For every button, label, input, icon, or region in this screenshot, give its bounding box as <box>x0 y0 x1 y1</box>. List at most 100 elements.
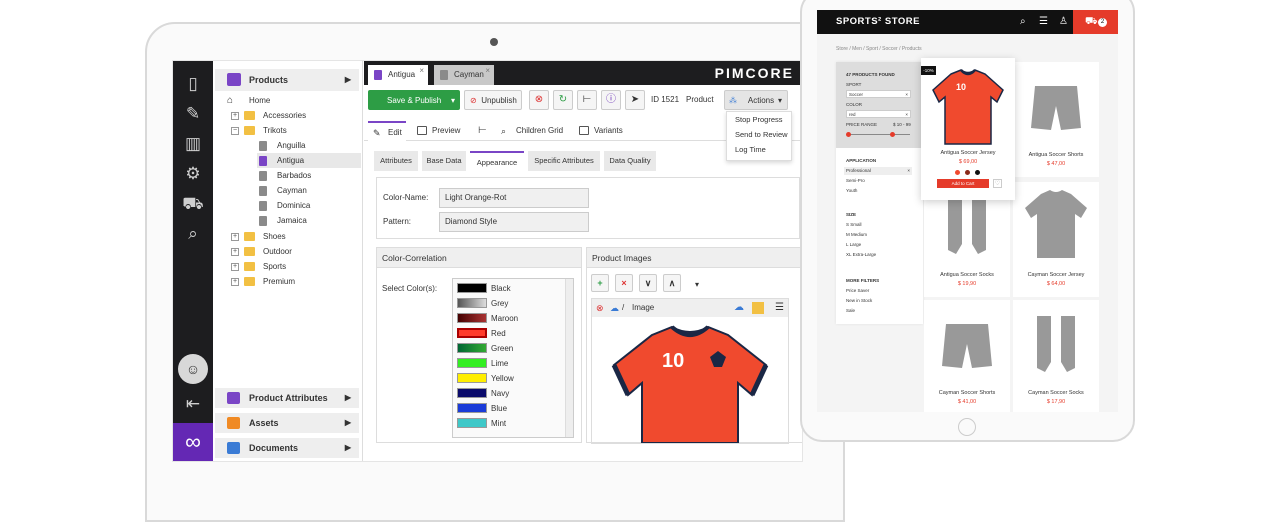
color-option-lime[interactable]: Lime <box>455 356 508 371</box>
heart-icon[interactable]: ♡ <box>993 179 1002 188</box>
scrollbar[interactable] <box>565 279 573 437</box>
upload-icon[interactable]: ☁ <box>610 299 619 317</box>
product-name[interactable]: Cayman Soccer Shorts <box>924 390 1010 396</box>
product-card[interactable]: Cayman Soccer Shorts $ 41,00 <box>924 300 1010 412</box>
color-option-mint[interactable]: Mint <box>455 416 506 431</box>
more-option[interactable]: New in Stock <box>846 298 872 303</box>
tab-base-data[interactable]: Base Data <box>422 151 466 171</box>
color-option-red[interactable]: Red <box>455 326 506 341</box>
chart-icon[interactable]: ▥ <box>182 133 204 155</box>
pattern-input[interactable]: Diamond Style <box>439 212 589 232</box>
size-option[interactable]: L Large <box>846 242 861 247</box>
tree-item-cayman[interactable]: Cayman <box>259 183 307 198</box>
color-multiselect[interactable]: Black Grey Maroon Red Green Lime Yellow … <box>452 278 574 438</box>
color-name-input[interactable]: Light Orange-Rot <box>439 188 589 208</box>
menu-icon[interactable]: ☰ <box>1039 10 1048 34</box>
tree-item-anguilla[interactable]: Anguilla <box>259 138 359 153</box>
actions-button[interactable]: ⁂ Actions ▾ <box>724 90 788 110</box>
product-card[interactable]: Cayman Soccer Socks $ 17,90 <box>1013 300 1099 412</box>
close-icon[interactable]: × <box>905 91 908 98</box>
breadcrumb[interactable]: Store / Men / Sport / Soccer / Products <box>836 46 922 52</box>
size-option[interactable]: S Small <box>846 222 862 227</box>
move-down-icon[interactable]: ∨ <box>639 274 657 292</box>
store-logo[interactable]: SPORTS² STORE <box>836 10 920 34</box>
tab-attributes[interactable]: Attributes <box>374 151 418 171</box>
expand-icon[interactable]: + <box>231 232 239 241</box>
tab-edit[interactable]: ✎ Edit <box>368 121 406 141</box>
tree-item-outdoor[interactable]: + Outdoor <box>231 244 292 259</box>
panel-assets[interactable]: Assets ▶ <box>215 413 359 433</box>
tree-item-home[interactable]: ⌂ Home <box>227 93 270 108</box>
color-dot[interactable] <box>975 170 980 175</box>
tree-item-dominica[interactable]: Dominica <box>259 198 310 213</box>
close-icon[interactable]: × <box>907 167 910 175</box>
application-option[interactable]: Professional × <box>844 167 912 175</box>
user-avatar[interactable]: ☺ <box>178 354 208 384</box>
featured-product-name[interactable]: Antigua Soccer Jersey <box>921 150 1015 156</box>
delete-icon[interactable]: ⊗ <box>596 299 604 317</box>
search-icon[interactable]: ⌕ <box>182 223 204 245</box>
more-option[interactable]: Sale <box>846 308 855 313</box>
tab-children-grid[interactable]: ⌕ Children Grid <box>496 121 568 141</box>
color-dot[interactable] <box>955 170 960 175</box>
unpublish-button[interactable]: ⊘ Unpublish <box>464 90 522 110</box>
pimcore-logo-icon[interactable]: ∞ <box>173 423 213 461</box>
wrench-icon[interactable]: ✎ <box>182 103 204 125</box>
tab-preview[interactable]: Preview <box>412 121 464 141</box>
close-icon[interactable]: × <box>485 61 490 81</box>
tab-variants[interactable]: Variants <box>574 121 634 141</box>
more-option[interactable]: Price Saver <box>846 288 869 293</box>
featured-product-card[interactable]: -10% 10 Antigua Soccer Jersey $ 69,00 Ad… <box>921 58 1015 200</box>
expand-icon[interactable]: + <box>231 277 239 286</box>
add-icon[interactable]: + <box>591 274 609 292</box>
color-option-black[interactable]: Black <box>455 281 511 296</box>
price-slider-max-handle[interactable] <box>890 132 895 137</box>
color-option-blue[interactable]: Blue <box>455 401 507 416</box>
product-card[interactable]: Antigua Soccer Shorts $ 47,00 <box>1013 62 1099 177</box>
cart-icon[interactable]: ⛟ <box>182 193 204 215</box>
color-option-maroon[interactable]: Maroon <box>455 311 518 326</box>
upload-icon[interactable]: ☁ <box>734 299 744 317</box>
tree-item-premium[interactable]: + Premium <box>231 274 295 289</box>
document-icon[interactable]: ▯ <box>182 73 204 95</box>
tree-item-trikots[interactable]: − Trikots <box>231 123 287 138</box>
collapse-icon[interactable]: − <box>231 126 239 135</box>
menu-item-send-to-review[interactable]: Send to Review <box>727 127 791 142</box>
tree-icon[interactable]: ⊢ <box>472 121 492 141</box>
user-icon[interactable]: ♙ <box>1059 10 1068 34</box>
color-option-navy[interactable]: Navy <box>455 386 509 401</box>
cart-button[interactable]: ⛟ 2 <box>1073 10 1118 34</box>
tab-appearance[interactable]: Appearance <box>470 151 524 171</box>
size-option[interactable]: M Medium <box>846 232 867 237</box>
sport-select[interactable]: Soccer × <box>846 90 911 98</box>
tree-item-antigua[interactable]: Antigua <box>257 153 361 168</box>
logout-icon[interactable]: ⇤ <box>182 393 204 415</box>
delete-icon[interactable]: ⊗ <box>529 90 549 110</box>
tab-cayman[interactable]: Cayman × <box>434 65 494 85</box>
expand-icon[interactable]: + <box>231 247 239 256</box>
product-name[interactable]: Cayman Soccer Socks <box>1013 390 1099 396</box>
panel-documents[interactable]: Documents ▶ <box>215 438 359 458</box>
info-icon[interactable]: ⓘ <box>601 90 621 110</box>
tree-item-sports[interactable]: + Sports <box>231 259 286 274</box>
dropdown-arrow-icon[interactable]: ▾ <box>695 280 699 289</box>
pointer-icon[interactable]: ➤ <box>625 90 645 110</box>
close-icon[interactable]: × <box>419 61 424 81</box>
add-to-cart-button[interactable]: Add to Cart <box>937 179 989 188</box>
price-slider-min-handle[interactable] <box>846 132 851 137</box>
reload-icon[interactable]: ↻ <box>553 90 573 110</box>
application-option[interactable]: Youth <box>846 188 857 193</box>
tree-item-shoes[interactable]: + Shoes <box>231 229 286 244</box>
move-up-icon[interactable]: ∧ <box>663 274 681 292</box>
color-option-yellow[interactable]: Yellow <box>455 371 514 386</box>
color-select[interactable]: red × <box>846 110 911 118</box>
remove-icon[interactable]: × <box>615 274 633 292</box>
expand-icon[interactable]: + <box>231 111 239 120</box>
tab-antigua[interactable]: Antigua × <box>368 65 428 85</box>
tablet-home-button[interactable] <box>958 418 976 436</box>
save-publish-button[interactable]: Save & Publish ▾ <box>368 90 460 110</box>
product-name[interactable]: Cayman Soccer Jersey <box>1013 272 1099 278</box>
color-option-grey[interactable]: Grey <box>455 296 508 311</box>
color-dot[interactable] <box>965 170 970 175</box>
product-name[interactable]: Antigua Soccer Shorts <box>1013 152 1099 158</box>
